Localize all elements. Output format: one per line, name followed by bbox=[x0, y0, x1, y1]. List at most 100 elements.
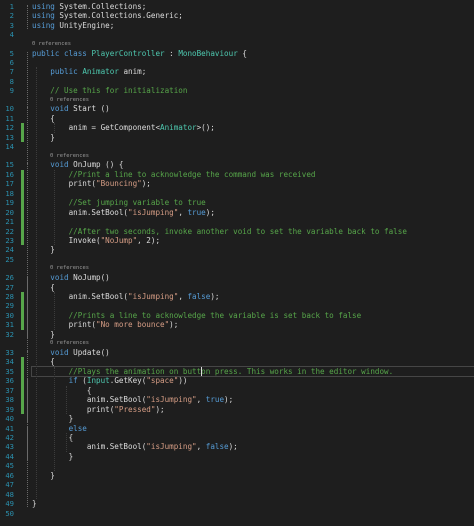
keyword-token: void bbox=[50, 273, 69, 283]
code-line[interactable]: using UnityEngine; bbox=[32, 21, 474, 30]
codelens-references[interactable]: 0 references bbox=[50, 340, 89, 347]
code-line[interactable]: Invoke("NoJump", 2); bbox=[32, 236, 474, 245]
code-line[interactable]: } bbox=[32, 452, 474, 461]
line-number: 43 bbox=[5, 442, 14, 452]
code-line[interactable]: //Prints a line to acknowledge the varia… bbox=[32, 311, 474, 320]
code-editor[interactable]: using System.Collections; using System.Co… bbox=[0, 0, 474, 526]
code-line[interactable]: anim.SetBool("isJumping", true); bbox=[32, 208, 474, 217]
keyword-token: true bbox=[187, 207, 206, 217]
code-line[interactable]: } bbox=[32, 414, 474, 423]
code-line[interactable]: print("Bouncing"); bbox=[32, 179, 474, 188]
code-token: anim.SetBool( bbox=[32, 291, 129, 301]
code-line[interactable]: public Animator anim; bbox=[32, 67, 474, 76]
code-line[interactable] bbox=[32, 189, 474, 198]
fold-region-indicator[interactable] bbox=[27, 5, 28, 29]
code-line[interactable]: } bbox=[32, 499, 474, 508]
code-line[interactable] bbox=[32, 30, 474, 39]
line-number: 38 bbox=[5, 395, 14, 405]
code-token: , bbox=[196, 395, 206, 405]
string-token: "NoJump" bbox=[100, 236, 138, 245]
code-line[interactable]: //Print a line to acknowledge the comman… bbox=[32, 170, 474, 179]
code-line[interactable]: //Set jumping variable to true bbox=[32, 198, 474, 207]
code-line[interactable]: anim = GetComponent<Animator>(); bbox=[32, 123, 474, 132]
indent-guide bbox=[54, 169, 55, 246]
code-line[interactable]: void Start () bbox=[32, 104, 474, 113]
code-line[interactable]: print("No more bounce"); bbox=[32, 320, 474, 329]
code-line[interactable]: public class PlayerController : MonoBeha… bbox=[32, 49, 474, 58]
code-line[interactable]: { bbox=[32, 283, 474, 292]
codelens-references[interactable]: 0 references bbox=[50, 265, 89, 272]
keyword-token: public bbox=[32, 48, 60, 58]
code-line[interactable]: { bbox=[32, 114, 474, 123]
code-token: print( bbox=[32, 404, 115, 414]
code-line[interactable]: void Update() bbox=[32, 348, 474, 357]
code-line[interactable]: anim.SetBool("isJumping", true); bbox=[32, 395, 474, 404]
code-token: anim.SetBool( bbox=[32, 395, 147, 405]
code-token: print( bbox=[32, 179, 97, 189]
code-line[interactable] bbox=[32, 142, 474, 151]
code-line[interactable]: void OnJump () { bbox=[32, 160, 474, 169]
code-line[interactable] bbox=[32, 480, 474, 489]
change-marker bbox=[21, 376, 24, 386]
string-token: "Pressed" bbox=[114, 404, 156, 414]
line-number: 8 bbox=[9, 76, 14, 86]
code-line[interactable] bbox=[32, 77, 474, 86]
code-token: } bbox=[32, 451, 74, 461]
line-number: 20 bbox=[5, 207, 14, 217]
code-line[interactable]: print("Pressed"); bbox=[32, 405, 474, 414]
code-line[interactable]: //After two seconds, invoke another void… bbox=[32, 227, 474, 236]
line-number: 31 bbox=[5, 320, 14, 330]
code-line[interactable]: } bbox=[32, 245, 474, 254]
fold-region-indicator[interactable] bbox=[27, 379, 28, 423]
code-line[interactable]: void NoJump() bbox=[32, 273, 474, 282]
line-number: 14 bbox=[5, 142, 14, 152]
change-marker bbox=[21, 132, 24, 143]
code-line[interactable]: { bbox=[32, 386, 474, 395]
code-line[interactable] bbox=[32, 217, 474, 226]
line-number: 21 bbox=[5, 217, 14, 227]
line-number: 42 bbox=[5, 432, 14, 442]
fold-region-indicator[interactable] bbox=[27, 163, 28, 254]
code-line[interactable]: anim.SetBool("isJumping", false); bbox=[32, 442, 474, 451]
code-token: NoJump() bbox=[68, 273, 110, 283]
code-line[interactable] bbox=[32, 490, 474, 499]
line-number: 18 bbox=[5, 188, 14, 198]
code-line[interactable]: { bbox=[32, 433, 474, 442]
code-line[interactable]: using System.Collections.Generic; bbox=[32, 11, 474, 20]
indent-guide bbox=[54, 366, 55, 471]
code-line[interactable]: if (Input.GetKey("space")) bbox=[32, 376, 474, 385]
fold-region-indicator[interactable] bbox=[27, 426, 28, 460]
code-line[interactable]: anim.SetBool("isJumping", false); bbox=[32, 292, 474, 301]
code-token: : bbox=[164, 48, 179, 58]
fold-region-indicator[interactable] bbox=[27, 107, 28, 141]
code-line[interactable] bbox=[32, 58, 474, 67]
code-line[interactable]: // Use this for initialization bbox=[32, 86, 474, 95]
line-number: 45 bbox=[5, 461, 14, 471]
type-token: Animator bbox=[82, 67, 119, 77]
code-line[interactable] bbox=[32, 509, 474, 518]
codelens-references[interactable]: 0 references bbox=[50, 97, 89, 104]
fold-region-indicator[interactable] bbox=[27, 276, 28, 338]
code-line[interactable]: { bbox=[32, 357, 474, 366]
code-line[interactable]: else bbox=[32, 424, 474, 433]
code-line[interactable] bbox=[32, 301, 474, 310]
code-line[interactable]: using System.Collections; bbox=[32, 2, 474, 11]
change-marker bbox=[21, 357, 24, 367]
code-line[interactable]: } bbox=[32, 133, 474, 142]
code-line[interactable] bbox=[32, 461, 474, 470]
indent-guide bbox=[66, 385, 67, 415]
code-line[interactable]: } bbox=[32, 330, 474, 339]
change-marker bbox=[21, 169, 24, 180]
code-line[interactable]: } bbox=[32, 471, 474, 480]
line-number: 6 bbox=[9, 57, 14, 67]
codelens-references[interactable]: 0 references bbox=[32, 41, 71, 48]
change-marker bbox=[21, 366, 24, 377]
code-line[interactable] bbox=[32, 255, 474, 264]
current-code-line[interactable]: //Plays the animation on button press. T… bbox=[31, 365, 474, 377]
codelens-references[interactable]: 0 references bbox=[50, 153, 89, 160]
code-token: anim.SetBool( bbox=[32, 207, 129, 217]
keyword-token: true bbox=[205, 395, 225, 405]
string-token: "isJumping" bbox=[128, 207, 179, 217]
indent-guide bbox=[54, 291, 55, 330]
